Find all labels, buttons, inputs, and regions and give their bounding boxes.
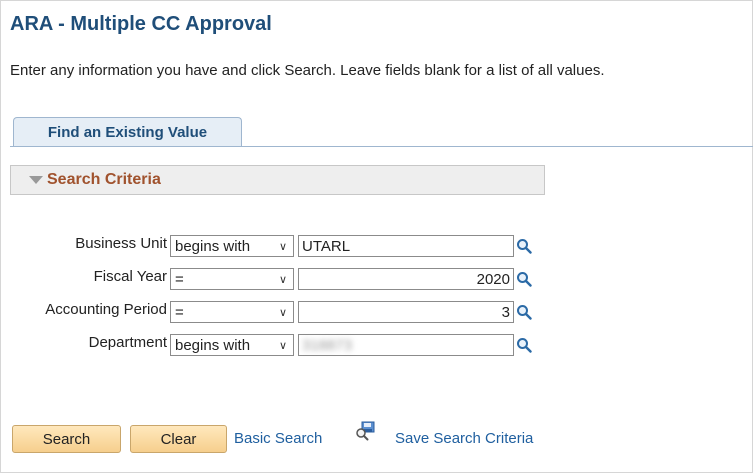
lookup-search-icon[interactable] xyxy=(516,337,532,353)
fiscal-year-value: 2020 xyxy=(476,270,510,288)
field-row-business-unit: Business Unit begins with ∨ UTARL xyxy=(0,235,532,257)
tab-underline xyxy=(10,146,753,147)
save-search-criteria-link[interactable]: Save Search Criteria xyxy=(395,430,533,447)
collapse-triangle-icon[interactable] xyxy=(29,176,43,184)
lookup-search-icon[interactable] xyxy=(516,304,532,320)
accounting-period-operator-value: = xyxy=(175,303,184,321)
chevron-down-icon: ∨ xyxy=(278,340,287,352)
department-operator-select[interactable]: begins with ∨ xyxy=(170,334,294,356)
chevron-down-icon: ∨ xyxy=(278,274,287,286)
department-input[interactable]: 318873 xyxy=(298,334,514,356)
section-label: Search Criteria xyxy=(47,171,161,188)
department-value: 318873 xyxy=(302,336,353,354)
chevron-down-icon: ∨ xyxy=(278,241,287,253)
business-unit-label: Business Unit xyxy=(75,235,167,252)
fiscal-year-operator-value: = xyxy=(175,270,184,288)
chevron-down-icon: ∨ xyxy=(278,307,287,319)
search-button[interactable]: Search xyxy=(12,425,121,453)
lookup-search-icon[interactable] xyxy=(516,238,532,254)
page-title: ARA - Multiple CC Approval xyxy=(10,13,272,35)
accounting-period-value: 3 xyxy=(501,303,510,321)
accounting-period-label: Accounting Period xyxy=(45,301,167,318)
business-unit-input[interactable]: UTARL xyxy=(298,235,514,257)
accounting-period-input[interactable]: 3 xyxy=(298,301,514,323)
fiscal-year-label: Fiscal Year xyxy=(93,268,167,285)
business-unit-operator-select[interactable]: begins with ∨ xyxy=(170,235,294,257)
basic-search-link[interactable]: Basic Search xyxy=(234,430,322,447)
field-row-department: Department begins with ∨ 318873 xyxy=(0,334,532,356)
tab-find-existing-value[interactable]: Find an Existing Value xyxy=(13,117,242,147)
instructions-text: Enter any information you have and click… xyxy=(10,62,605,79)
field-row-accounting-period: Accounting Period = ∨ 3 xyxy=(0,301,532,323)
fiscal-year-input[interactable]: 2020 xyxy=(298,268,514,290)
department-label: Department xyxy=(88,334,167,351)
save-search-icon[interactable] xyxy=(355,421,377,441)
fiscal-year-operator-select[interactable]: = ∨ xyxy=(170,268,294,290)
field-row-fiscal-year: Fiscal Year = ∨ 2020 xyxy=(0,268,532,290)
accounting-period-operator-select[interactable]: = ∨ xyxy=(170,301,294,323)
department-operator-value: begins with xyxy=(175,336,251,354)
lookup-search-icon[interactable] xyxy=(516,271,532,287)
business-unit-operator-value: begins with xyxy=(175,237,251,255)
search-criteria-header[interactable]: Search Criteria xyxy=(10,165,545,195)
business-unit-value: UTARL xyxy=(302,237,351,255)
clear-button[interactable]: Clear xyxy=(130,425,227,453)
